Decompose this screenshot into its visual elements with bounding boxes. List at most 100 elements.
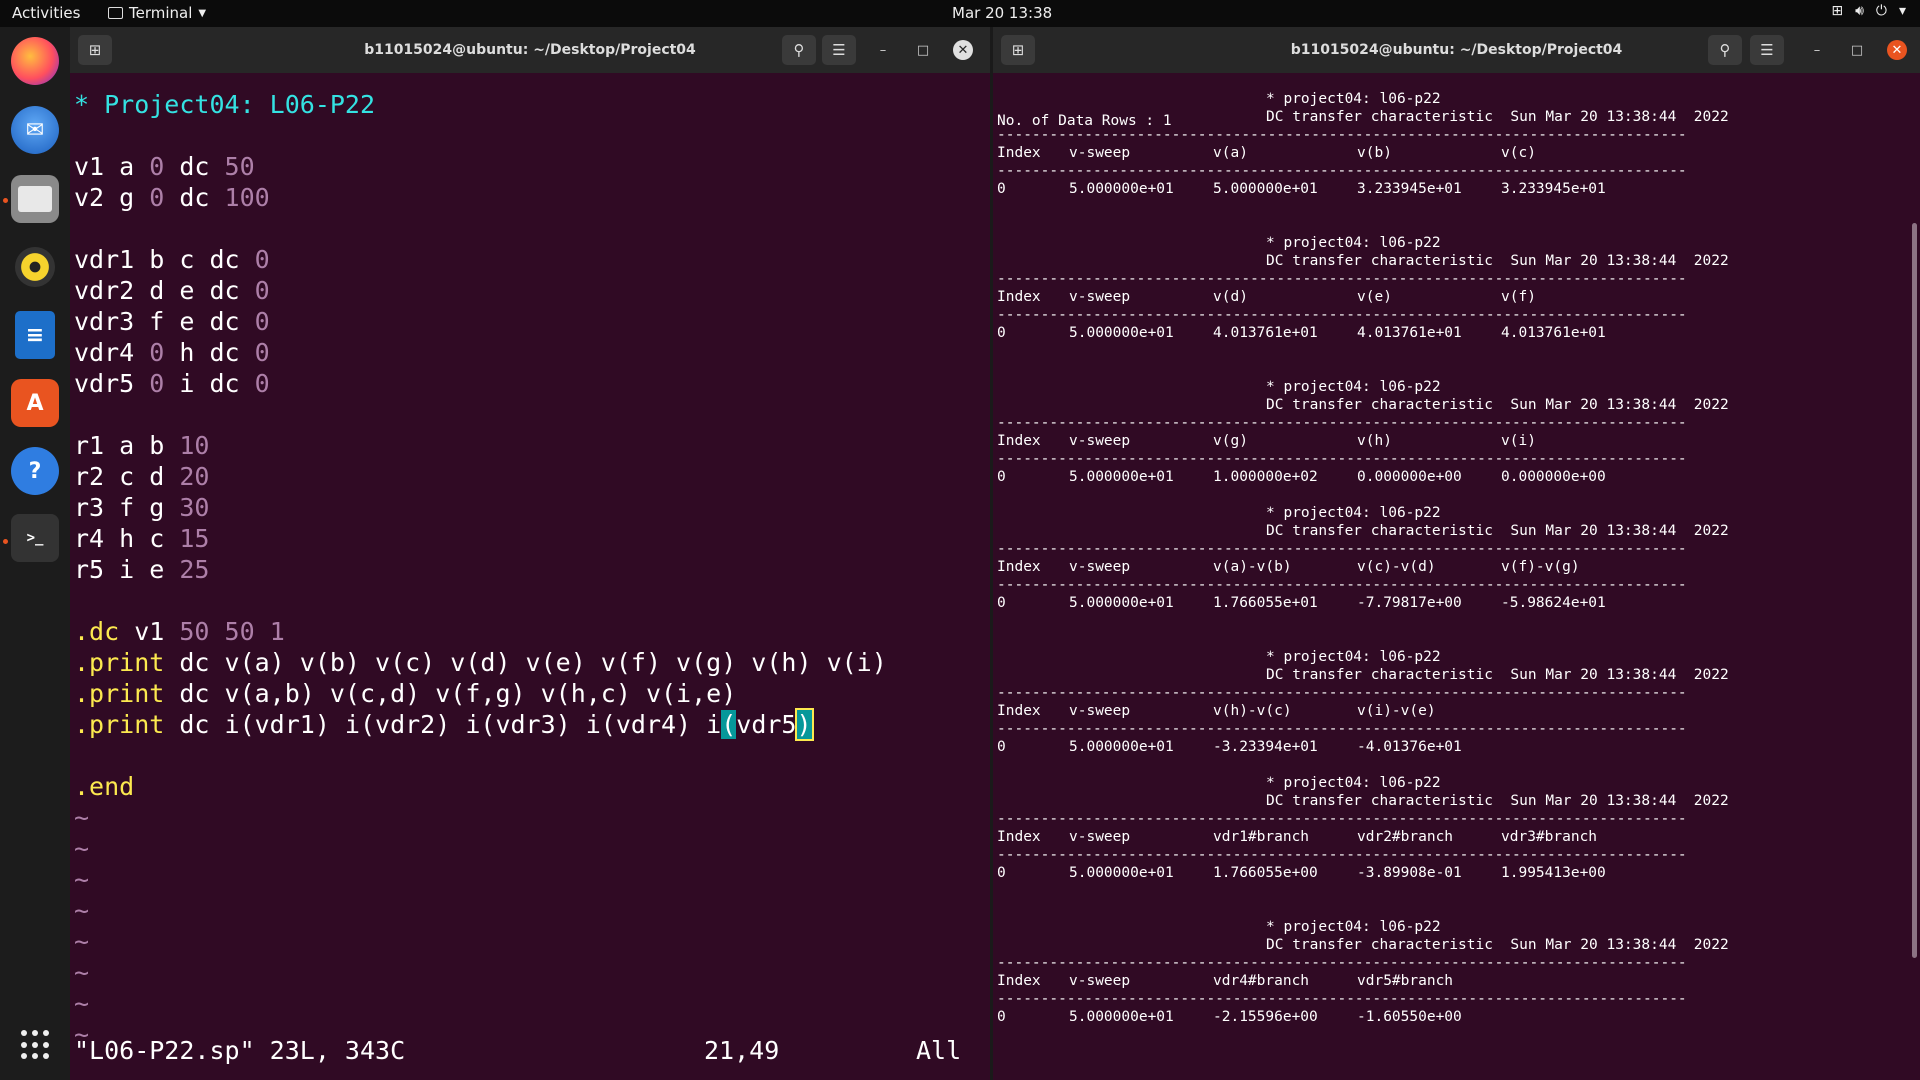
menu-button[interactable]: ☰ (822, 35, 856, 65)
vim-text (255, 617, 270, 646)
block-title: * project04: l06-p22 (1266, 379, 1441, 395)
table-header-cell: v(c)-v(d) (1357, 559, 1436, 575)
help-icon[interactable]: ? (11, 447, 59, 495)
vim-editor[interactable]: * Project04: L06-P22 v1 a 0 dc 50 v2 g 0 d… (70, 73, 990, 1080)
vim-text: dc (164, 183, 225, 212)
maximize-button[interactable]: □ (913, 40, 933, 60)
block-title: * project04: l06-p22 (1266, 775, 1441, 791)
divider-line: ----------------------------------------… (997, 541, 1687, 557)
table-cell: 5.000000e+01 (1069, 595, 1174, 611)
network-icon[interactable]: ⊞ (1831, 3, 1843, 19)
table-cell: -2.15596e+00 (1213, 1009, 1318, 1025)
system-tray[interactable]: ⊞ 🔊︎ ⏻ ▾ (1831, 3, 1906, 19)
vim-text: 0 (254, 369, 270, 398)
software-icon[interactable]: A (11, 379, 59, 427)
app-menu[interactable]: Terminal ▼ (108, 4, 206, 22)
vim-line: r2 c d 20 (74, 461, 209, 492)
vim-text: 0 (254, 276, 270, 305)
vim-text: ~ (74, 834, 90, 863)
hamburger-icon: ☰ (1760, 41, 1774, 59)
vim-text: r1 a b (74, 431, 180, 460)
table-header-cell: v(e) (1357, 289, 1392, 305)
vim-status-file: "L06-P22.sp" 23L, 343C (74, 1036, 406, 1065)
table-cell: 1.995413e+00 (1501, 865, 1606, 881)
table-cell: 3.233945e+01 (1501, 181, 1606, 197)
top-bar: Activities Terminal ▼ Mar 20 13:38 ⊞ 🔊︎ … (0, 0, 1920, 27)
table-cell: 1.000000e+02 (1213, 469, 1318, 485)
table-cell: -3.89908e-01 (1357, 865, 1462, 881)
table-cell: 4.013761e+01 (1501, 325, 1606, 341)
vim-text: 50 (224, 152, 255, 181)
vim-line: .print dc v(a,b) v(c,d) v(f,g) v(h,c) v(… (74, 678, 736, 709)
table-cell: 1.766055e+01 (1213, 595, 1318, 611)
vim-text: r5 i e (74, 555, 180, 584)
menu-button[interactable]: ☰ (1750, 35, 1784, 65)
table-cell: 0.000000e+00 (1501, 469, 1606, 485)
thunderbird-icon[interactable]: ✉ (11, 106, 59, 154)
table-header-cell: Index (997, 703, 1041, 719)
rhythmbox-icon[interactable] (11, 243, 59, 291)
window-titlebar: ⊞ b11015024@ubuntu: ~/Desktop/Project04 … (993, 27, 1920, 73)
table-header-cell: v-sweep (1069, 289, 1131, 305)
vim-text: .print (74, 679, 165, 708)
vim-empty-line: ~ (74, 864, 89, 895)
table-cell: 5.000000e+01 (1069, 325, 1174, 341)
vim-text: 1 (269, 617, 285, 646)
vim-text: 10 (179, 431, 210, 460)
hamburger-icon: ☰ (832, 41, 846, 59)
activities-button[interactable]: Activities (12, 4, 80, 22)
search-button[interactable]: ⚲ (782, 35, 816, 65)
table-header-cell: v(g) (1213, 433, 1248, 449)
maximize-button[interactable]: □ (1847, 40, 1867, 60)
vim-text: 0 (254, 338, 270, 367)
vim-line: r4 h c 15 (74, 523, 209, 554)
block-title: * project04: l06-p22 (1266, 505, 1441, 521)
table-cell: 4.013761e+01 (1213, 325, 1318, 341)
vim-text: ~ (74, 958, 90, 987)
vim-empty-line: ~ (74, 802, 89, 833)
table-cell: 5.000000e+01 (1069, 469, 1174, 485)
vim-text: 0 (149, 183, 165, 212)
chevron-down-icon[interactable]: ▾ (1899, 3, 1906, 19)
vim-text: 30 (179, 493, 210, 522)
firefox-icon[interactable] (11, 37, 59, 85)
block-subtitle: DC transfer characteristic Sun Mar 20 13… (1266, 667, 1729, 683)
block-subtitle: DC transfer characteristic Sun Mar 20 13… (1266, 109, 1729, 125)
table-header-cell: vdr4#branch (1213, 973, 1310, 989)
table-header-cell: v(b) (1357, 145, 1392, 161)
show-apps-icon[interactable] (21, 1030, 51, 1060)
app-menu-label: Terminal (129, 4, 193, 22)
divider-line: ----------------------------------------… (997, 811, 1687, 827)
minimize-button[interactable]: – (873, 40, 893, 60)
power-icon[interactable]: ⏻ (1876, 3, 1887, 19)
minimize-button[interactable]: – (1807, 40, 1827, 60)
terminal-icon[interactable]: >_ (11, 514, 59, 562)
table-header-cell: v-sweep (1069, 559, 1131, 575)
vim-line: v1 a 0 dc 50 (74, 151, 255, 182)
files-icon[interactable] (11, 175, 59, 223)
search-button[interactable]: ⚲ (1708, 35, 1742, 65)
table-header-cell: Index (997, 433, 1041, 449)
writer-icon[interactable]: ≡ (15, 311, 55, 359)
divider-line: ----------------------------------------… (997, 577, 1687, 593)
table-header-cell: v-sweep (1069, 433, 1131, 449)
scrollbar[interactable] (1912, 223, 1917, 958)
table-header-cell: v(h)-v(c) (1213, 703, 1292, 719)
table-header-cell: v(i) (1501, 433, 1536, 449)
block-subtitle: DC transfer characteristic Sun Mar 20 13… (1266, 937, 1729, 953)
vim-text: vdr3 f e dc (74, 307, 255, 336)
vim-text: 0 (149, 152, 165, 181)
vim-text: * Project04: L06-P22 (74, 90, 376, 119)
vim-empty-line: ~ (74, 833, 89, 864)
search-icon: ⚲ (793, 41, 805, 59)
vim-text: 100 (224, 183, 270, 212)
volume-icon[interactable]: 🔊︎ (1855, 3, 1864, 19)
close-button[interactable]: ✕ (1887, 40, 1907, 60)
table-cell: -1.60550e+00 (1357, 1009, 1462, 1025)
vim-line: vdr4 0 h dc 0 (74, 337, 270, 368)
terminal-output[interactable]: No. of Data Rows : 1 * project04: l06-p22… (993, 73, 1920, 1080)
vim-text: 0 (149, 369, 165, 398)
table-header-cell: v-sweep (1069, 973, 1131, 989)
clock[interactable]: Mar 20 13:38 (952, 4, 1052, 22)
close-button[interactable]: ✕ (953, 40, 973, 60)
